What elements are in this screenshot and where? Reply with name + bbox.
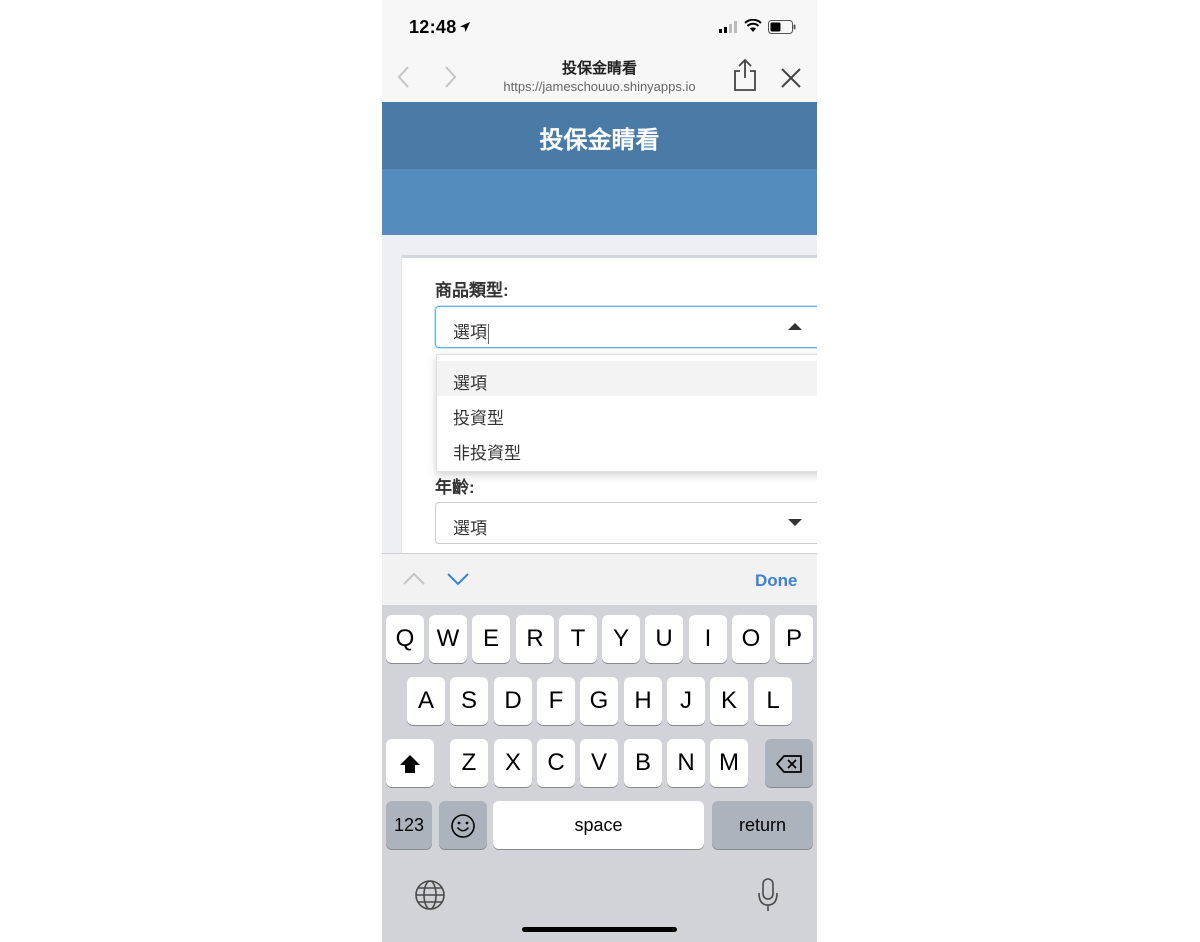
- key-a[interactable]: A: [407, 677, 445, 725]
- app-header-bar: [382, 169, 817, 235]
- key-s[interactable]: S: [450, 677, 488, 725]
- key-b[interactable]: B: [624, 739, 662, 787]
- browser-toolbar: 投保金睛看 https://jameschouuo.shinyapps.io: [382, 52, 817, 103]
- key-k[interactable]: K: [710, 677, 748, 725]
- key-p[interactable]: P: [775, 615, 813, 663]
- emoji-icon: [451, 813, 475, 838]
- key-f[interactable]: F: [537, 677, 575, 725]
- wifi-icon: [744, 19, 762, 32]
- phone-screen: 12:48 投保金睛看 https://jameschouuo.shinyapp…: [382, 0, 817, 942]
- key-n[interactable]: N: [667, 739, 705, 787]
- dropdown-option[interactable]: 非投資型: [437, 431, 817, 466]
- app-title: 投保金睛看: [539, 127, 660, 154]
- backspace-key[interactable]: [765, 739, 813, 787]
- key-y[interactable]: Y: [602, 615, 640, 663]
- product-type-select[interactable]: 選項: [435, 306, 817, 348]
- location-arrow-icon: [460, 22, 470, 32]
- product-type-selected-text: 選項: [453, 323, 487, 342]
- key-x[interactable]: X: [494, 739, 532, 787]
- key-u[interactable]: U: [645, 615, 683, 663]
- key-j[interactable]: J: [667, 677, 705, 725]
- product-type-value: 選項: [453, 318, 489, 344]
- status-time: 12:48: [409, 17, 457, 37]
- key-r[interactable]: R: [516, 615, 554, 663]
- key-e[interactable]: E: [472, 615, 510, 663]
- home-indicator: [522, 927, 677, 932]
- key-c[interactable]: C: [537, 739, 575, 787]
- age-label: 年齡:: [435, 478, 475, 497]
- status-bar: 12:48: [382, 0, 817, 52]
- close-icon[interactable]: [780, 67, 802, 89]
- caret-down-icon: [788, 519, 802, 526]
- caret-up-icon: [788, 323, 802, 330]
- option-label: 非投資型: [453, 444, 521, 463]
- keyboard-accessory-bar: Done: [382, 553, 817, 606]
- app-header: 投保金睛看: [382, 102, 817, 169]
- text-cursor: [488, 323, 489, 344]
- dropdown-option[interactable]: 選項: [437, 361, 817, 396]
- option-label: 投資型: [453, 409, 504, 428]
- key-w[interactable]: W: [429, 615, 467, 663]
- age-select[interactable]: 選項: [435, 502, 817, 544]
- shift-icon: [400, 754, 420, 773]
- product-type-label: 商品類型:: [435, 281, 509, 300]
- product-type-dropdown: 選項 投資型 非投資型: [436, 354, 817, 472]
- share-icon[interactable]: [732, 58, 758, 92]
- return-key[interactable]: return: [712, 801, 813, 849]
- dropdown-option[interactable]: 投資型: [437, 396, 817, 431]
- key-t[interactable]: T: [559, 615, 597, 663]
- backspace-icon: [776, 754, 802, 773]
- age-selected-text: 選項: [453, 519, 487, 538]
- globe-icon[interactable]: [414, 879, 446, 911]
- battery-icon: [768, 20, 796, 34]
- keyboard: Q W E R T Y U I O P A S D F G H J K L Z …: [382, 605, 817, 942]
- key-o[interactable]: O: [732, 615, 770, 663]
- cellular-signal-icon: [719, 21, 737, 33]
- next-field-icon[interactable]: [446, 571, 470, 587]
- key-z[interactable]: Z: [450, 739, 488, 787]
- done-button[interactable]: Done: [755, 571, 798, 591]
- key-v[interactable]: V: [580, 739, 618, 787]
- option-label: 選項: [453, 374, 487, 393]
- key-i[interactable]: I: [689, 615, 727, 663]
- key-d[interactable]: D: [494, 677, 532, 725]
- emoji-key[interactable]: [439, 801, 487, 849]
- key-q[interactable]: Q: [386, 615, 424, 663]
- key-l[interactable]: L: [754, 677, 792, 725]
- space-key[interactable]: space: [493, 801, 704, 849]
- key-m[interactable]: M: [710, 739, 748, 787]
- key-h[interactable]: H: [624, 677, 662, 725]
- prev-field-icon[interactable]: [402, 571, 426, 587]
- microphone-icon[interactable]: [756, 877, 780, 913]
- shift-key[interactable]: [386, 739, 434, 787]
- key-g[interactable]: G: [580, 677, 618, 725]
- numbers-key[interactable]: 123: [386, 801, 432, 849]
